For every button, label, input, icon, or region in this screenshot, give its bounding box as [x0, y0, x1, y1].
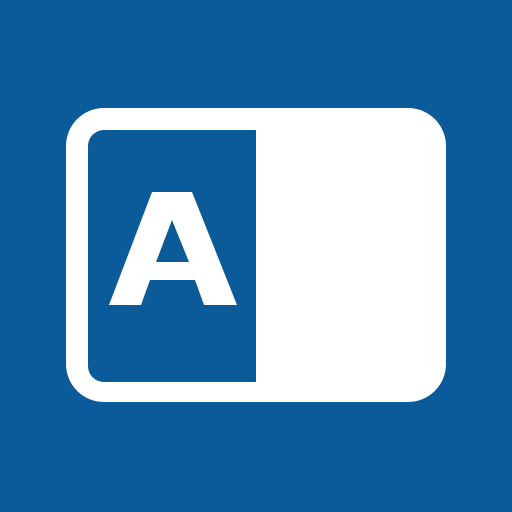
translate-icon: [66, 108, 446, 402]
translate-app-icon: A 文: [0, 0, 512, 512]
source-language-panel-edge: [230, 130, 256, 382]
